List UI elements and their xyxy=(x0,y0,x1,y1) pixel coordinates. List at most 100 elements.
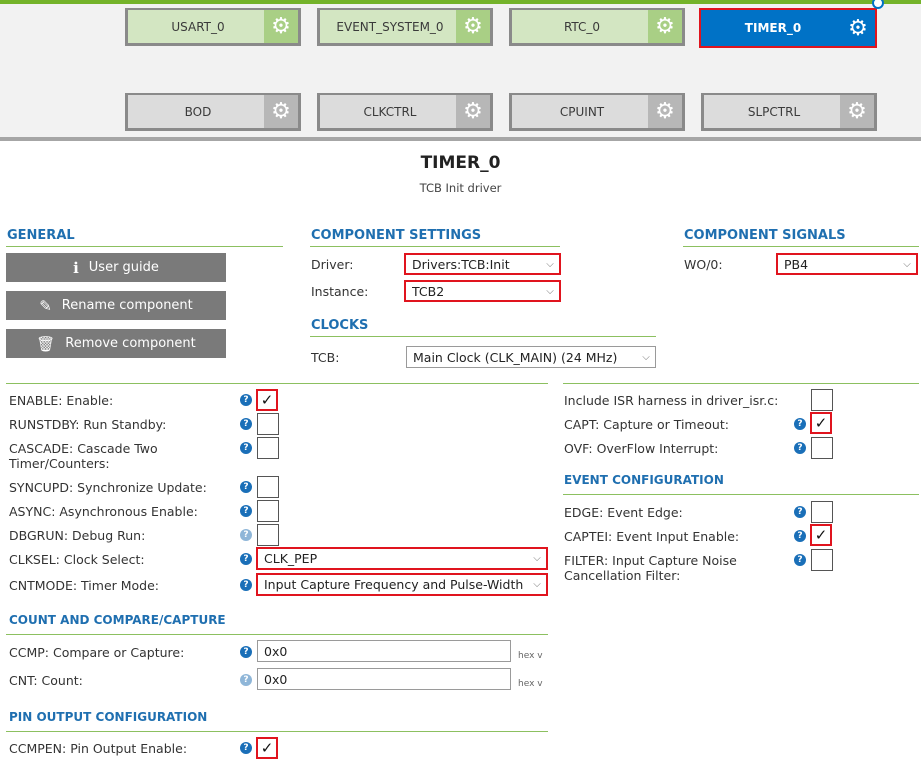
capt-label: CAPT: Capture or Timeout: xyxy=(564,417,729,432)
component-clkctrl[interactable]: CLKCTRL ⚙ xyxy=(317,93,493,131)
user-guide-button[interactable]: ℹ User guide xyxy=(6,253,226,282)
capt-checkbox[interactable]: ✓ xyxy=(810,412,832,434)
component-label: EVENT_SYSTEM_0 xyxy=(336,19,444,34)
component-label: USART_0 xyxy=(171,19,225,34)
button-label: Rename component xyxy=(61,298,193,313)
component-signals-title: COMPONENT SIGNALS xyxy=(684,228,846,243)
dbgrun-label: DBGRUN: Debug Run: xyxy=(9,528,146,543)
enable-checkbox[interactable]: ✓ xyxy=(256,389,278,411)
rename-component-button[interactable]: ✎ Rename component xyxy=(6,291,226,320)
gear-icon[interactable]: ⚙ xyxy=(264,95,298,128)
cnt-format-select[interactable]: hex v xyxy=(518,679,543,689)
help-icon[interactable]: ? xyxy=(240,646,252,658)
filter-label: FILTER: Input Capture Noise Cancellation… xyxy=(564,553,737,583)
ccmp-input[interactable]: 0x0 xyxy=(257,640,511,662)
help-icon[interactable]: ? xyxy=(240,394,252,406)
help-icon[interactable]: ? xyxy=(794,506,806,518)
help-icon[interactable]: ? xyxy=(240,481,252,493)
edge-label: EDGE: Event Edge: xyxy=(564,505,683,520)
cascade-checkbox[interactable] xyxy=(257,437,279,459)
edge-checkbox[interactable] xyxy=(811,501,833,523)
component-label: BOD xyxy=(184,104,212,119)
button-label: User guide xyxy=(88,260,159,275)
pencil-icon: ✎ xyxy=(39,296,52,315)
connection-dot-icon[interactable] xyxy=(872,0,884,9)
help-icon[interactable]: ? xyxy=(240,674,252,686)
cntmode-label: CNTMODE: Timer Mode: xyxy=(9,578,160,593)
component-canvas: USART_0 ⚙ EVENT_SYSTEM_0 ⚙ RTC_0 ⚙ TIMER… xyxy=(0,0,921,138)
component-cpuint[interactable]: CPUINT ⚙ xyxy=(509,93,685,131)
component-rtc-0[interactable]: RTC_0 ⚙ xyxy=(509,8,685,46)
tcb-configuration-page: USART_0 ⚙ EVENT_SYSTEM_0 ⚙ RTC_0 ⚙ TIMER… xyxy=(0,0,921,763)
component-label: CPUINT xyxy=(559,104,605,119)
help-icon[interactable]: ? xyxy=(240,505,252,517)
help-icon[interactable]: ? xyxy=(240,529,252,541)
async-checkbox[interactable] xyxy=(257,500,279,522)
component-event-system-0[interactable]: EVENT_SYSTEM_0 ⚙ xyxy=(317,8,493,46)
instance-value: TCB2 xyxy=(412,283,445,299)
syncupd-label: SYNCUPD: Synchronize Update: xyxy=(9,480,207,495)
canvas-divider[interactable] xyxy=(0,137,921,141)
help-icon[interactable]: ? xyxy=(240,553,252,565)
tcb-clock-label: TCB: xyxy=(311,350,340,365)
chevron-down-icon: ⌵ xyxy=(903,258,911,270)
clksel-select[interactable]: CLK_PEP ⌵ xyxy=(256,547,548,570)
help-icon[interactable]: ? xyxy=(240,442,252,454)
ccmp-format-select[interactable]: hex v xyxy=(518,651,543,661)
component-label: TIMER_0 xyxy=(744,21,802,35)
cnt-input[interactable]: 0x0 xyxy=(257,668,511,690)
gear-icon[interactable]: ⚙ xyxy=(456,10,490,43)
gear-icon[interactable]: ⚙ xyxy=(648,95,682,128)
cnt-label: CNT: Count: xyxy=(9,673,83,688)
clksel-label: CLKSEL: Clock Select: xyxy=(9,552,145,567)
help-icon[interactable]: ? xyxy=(794,554,806,566)
cascade-label: CASCADE: Cascade Two Timer/Counters: xyxy=(9,441,158,471)
gear-icon[interactable]: ⚙ xyxy=(648,10,682,43)
gear-icon[interactable]: ⚙ xyxy=(264,10,298,43)
help-icon[interactable]: ? xyxy=(794,418,806,430)
wo0-pin-select[interactable]: PB4 ⌵ xyxy=(776,253,918,275)
pin-output-title: PIN OUTPUT CONFIGURATION xyxy=(9,710,208,724)
captei-checkbox[interactable]: ✓ xyxy=(810,524,832,546)
instance-label: Instance: xyxy=(311,284,369,299)
remove-component-button[interactable]: 🗑 Remove component xyxy=(6,329,226,358)
info-icon: ℹ xyxy=(73,258,79,277)
filter-checkbox[interactable] xyxy=(811,549,833,571)
component-timer-0[interactable]: TIMER_0 ⚙ xyxy=(699,8,877,48)
ccmpen-checkbox[interactable]: ✓ xyxy=(256,737,278,759)
component-usart-0[interactable]: USART_0 ⚙ xyxy=(125,8,301,46)
help-icon[interactable]: ? xyxy=(794,530,806,542)
component-slpctrl[interactable]: SLPCTRL ⚙ xyxy=(701,93,877,131)
component-settings-title: COMPONENT SETTINGS xyxy=(311,228,482,243)
section-rule xyxy=(6,246,283,247)
syncupd-checkbox[interactable] xyxy=(257,476,279,498)
clocks-section-title: CLOCKS xyxy=(311,318,369,333)
component-bod[interactable]: BOD ⚙ xyxy=(125,93,301,131)
gear-icon[interactable]: ⚙ xyxy=(840,95,874,128)
chevron-down-icon: ⌵ xyxy=(533,579,541,590)
driver-select[interactable]: Drivers:TCB:Init ⌵ xyxy=(404,253,561,275)
gear-icon[interactable]: ⚙ xyxy=(841,10,875,46)
cntmode-select[interactable]: Input Capture Frequency and Pulse-Width … xyxy=(256,573,548,596)
driver-value: Drivers:TCB:Init xyxy=(412,256,510,272)
dbgrun-checkbox[interactable] xyxy=(257,524,279,546)
runstdby-label: RUNSTDBY: Run Standby: xyxy=(9,417,167,432)
cntmode-value: Input Capture Frequency and Pulse-Width xyxy=(264,577,524,592)
wo0-label: WO/0: xyxy=(684,257,723,272)
chevron-down-icon: ⌵ xyxy=(546,258,554,270)
help-icon[interactable]: ? xyxy=(794,442,806,454)
runstdby-checkbox[interactable] xyxy=(257,413,279,435)
gear-icon[interactable]: ⚙ xyxy=(456,95,490,128)
tcb-clock-select[interactable]: Main Clock (CLK_MAIN) (24 MHz) ⌵ xyxy=(406,346,656,368)
section-rule xyxy=(6,634,548,635)
ovf-checkbox[interactable] xyxy=(811,437,833,459)
help-icon[interactable]: ? xyxy=(240,418,252,430)
help-icon[interactable]: ? xyxy=(240,579,252,591)
instance-select[interactable]: TCB2 ⌵ xyxy=(404,280,561,302)
section-rule xyxy=(563,494,919,495)
help-icon[interactable]: ? xyxy=(240,742,252,754)
captei-label: CAPTEI: Event Input Enable: xyxy=(564,529,740,544)
isr-harness-checkbox[interactable] xyxy=(811,389,833,411)
component-label: CLKCTRL xyxy=(363,104,417,119)
wo0-value: PB4 xyxy=(784,256,809,272)
